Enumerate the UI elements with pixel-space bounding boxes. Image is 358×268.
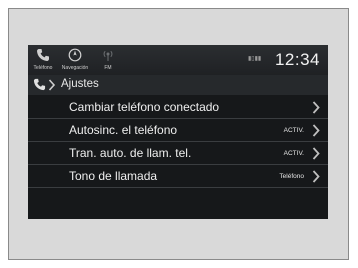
menu-item-value: Teléfono — [279, 173, 304, 180]
menu-item-label: Autosinc. el teléfono — [69, 123, 178, 137]
source-phone[interactable]: Teléfono — [30, 48, 56, 74]
phone-icon — [33, 78, 46, 91]
status-bar: Teléfono Navegación FM ▮▯▮▮ 12:34 — [28, 45, 328, 75]
signal-strength-indicator: ▮▯▮▮ — [248, 56, 262, 62]
breadcrumb: Ajustes — [28, 75, 328, 95]
phone-icon — [37, 49, 49, 61]
chevron-right-icon — [312, 101, 320, 114]
source-fm-label: FM — [104, 65, 112, 71]
menu-item-ringtone[interactable]: Tono de llamada Teléfono — [28, 166, 328, 188]
chevron-right-icon — [312, 170, 320, 183]
menu-item-value: ACTIV. — [283, 127, 304, 134]
source-phone-label: Teléfono — [33, 65, 53, 71]
chevron-right-icon — [48, 79, 56, 91]
infotainment-screen: Teléfono Navegación FM ▮▯▮▮ 12:34 Ajuste… — [28, 45, 328, 219]
page-title: Ajustes — [61, 78, 99, 90]
menu-item-label: Tono de llamada — [69, 169, 158, 183]
source-fm[interactable]: FM — [98, 48, 118, 74]
menu-item-value: ACTIV. — [283, 150, 304, 157]
menu-item-label: Tran. auto. de llam. tel. — [69, 146, 192, 160]
radio-icon — [103, 50, 113, 61]
source-navigation-label: Navegación — [61, 65, 89, 71]
chevron-right-icon — [312, 147, 320, 160]
menu-item-label: Cambiar teléfono conectado — [69, 100, 220, 114]
menu-item-auto-call-transfer[interactable]: Tran. auto. de llam. tel. ACTIV. — [28, 143, 328, 165]
menu-item-change-connected-phone[interactable]: Cambiar teléfono conectado — [28, 97, 328, 119]
chevron-right-icon — [312, 124, 320, 137]
source-navigation[interactable]: Navegación — [59, 48, 91, 74]
clock: 12:34 — [274, 50, 320, 69]
menu-item-phone-auto-sync[interactable]: Autosinc. el teléfono ACTIV. — [28, 120, 328, 142]
compass-icon — [68, 48, 82, 62]
